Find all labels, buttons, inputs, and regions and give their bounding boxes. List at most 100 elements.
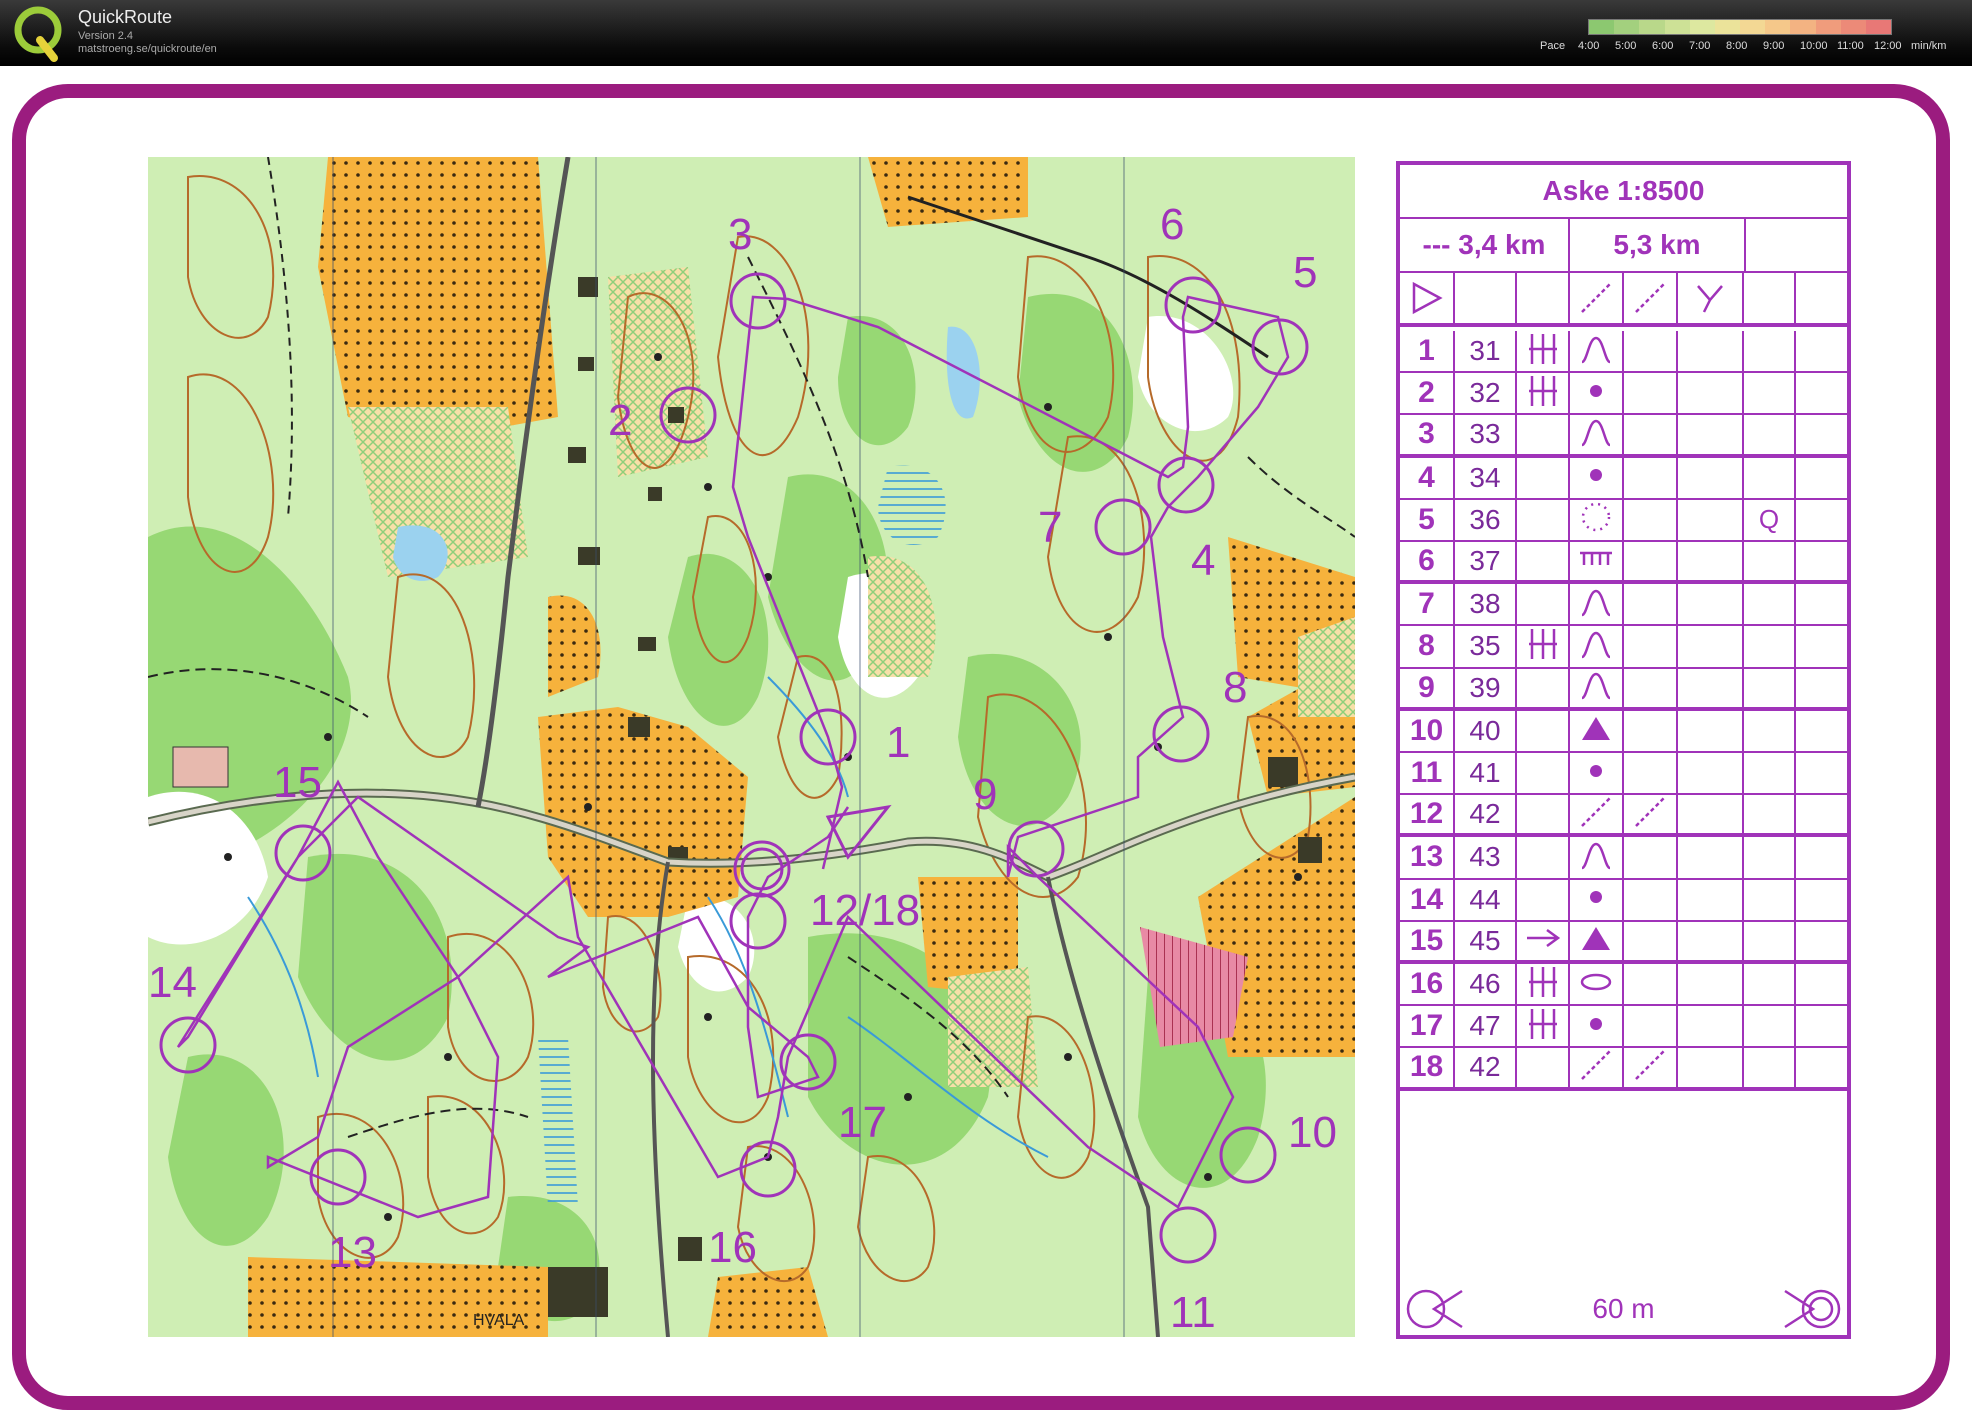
knoll-icon	[1579, 629, 1613, 664]
control-number: 9	[1418, 670, 1435, 704]
pace-color-swatch	[1840, 20, 1866, 34]
control-number: 11	[1410, 756, 1443, 790]
knoll-icon	[1579, 587, 1613, 622]
sheet-cell: 17	[1400, 1006, 1455, 1047]
sheet-cell	[1570, 964, 1624, 1005]
between-features-icon	[1526, 626, 1560, 667]
sheet-cell	[1678, 668, 1744, 707]
control-row: 14 44	[1400, 879, 1847, 922]
sheet-cell	[1624, 753, 1678, 794]
sheet-cell	[1624, 795, 1678, 834]
sheet-cell	[1570, 921, 1624, 960]
sheet-cell	[1517, 1006, 1570, 1047]
arrow-icon	[1525, 926, 1561, 955]
sheet-cell	[1517, 1048, 1570, 1087]
between-features-icon	[1526, 1006, 1560, 1047]
boulder-dot-icon	[1586, 465, 1606, 490]
sheet-cell	[1570, 794, 1624, 835]
sheet-cell	[1570, 1006, 1624, 1047]
sheet-cell	[1624, 331, 1678, 372]
sheet-cell	[1570, 1047, 1624, 1088]
sheet-cell: 39	[1455, 668, 1517, 707]
crossing-icon	[1578, 1047, 1614, 1088]
sheet-cell: 14	[1400, 879, 1455, 920]
control-code: 36	[1469, 503, 1501, 535]
control-row: 18 42	[1400, 1047, 1847, 1091]
control-row: 1 31	[1400, 331, 1847, 374]
boulder-dot-icon	[1586, 761, 1606, 786]
control-code: 43	[1469, 841, 1501, 873]
sheet-cell	[1744, 837, 1796, 878]
wall-icon	[1577, 547, 1615, 576]
sheet-cell: 13	[1400, 837, 1455, 878]
sheet-title-row: Aske 1:8500	[1400, 165, 1847, 219]
sheet-cell	[1796, 415, 1847, 453]
sheet-cell	[1570, 331, 1624, 372]
sheet-cell: 46	[1455, 964, 1517, 1005]
sheet-cell	[1796, 922, 1847, 960]
sheet-cell	[1517, 668, 1570, 707]
boulder-dot-icon	[1586, 381, 1606, 406]
sheet-cell	[1624, 964, 1678, 1005]
control-row: 17 47	[1400, 1006, 1847, 1049]
sheet-cell	[1744, 668, 1796, 707]
control-row: 13 43	[1400, 837, 1847, 880]
sheet-cell: 4	[1400, 457, 1455, 498]
sheet-cell: 11	[1400, 753, 1455, 794]
sheet-cell	[1796, 626, 1847, 666]
sheet-cell: 44	[1455, 879, 1517, 920]
sheet-cell	[1796, 542, 1847, 580]
control-label: 16	[708, 1223, 757, 1272]
sheet-cell: 7	[1400, 584, 1455, 625]
sheet-cell	[1570, 457, 1624, 498]
sheet-cell	[1796, 1006, 1847, 1046]
knoll-icon	[1579, 417, 1613, 452]
control-glyph: Q	[1758, 504, 1780, 535]
app-url[interactable]: matstroeng.se/quickroute/en	[78, 43, 217, 55]
place-name: HVALA	[473, 1312, 525, 1329]
sheet-cell	[1570, 499, 1624, 540]
control-row: 12 42	[1400, 794, 1847, 838]
control-code: 47	[1469, 1010, 1501, 1042]
sheet-cell	[1744, 753, 1796, 794]
pace-color-swatch	[1740, 20, 1766, 34]
control-code: 39	[1469, 671, 1501, 703]
sheet-cell	[1570, 415, 1624, 454]
control-number: 2	[1418, 376, 1435, 410]
pace-tick-label: 10:00	[1800, 40, 1828, 52]
control-row: 10 40	[1400, 710, 1847, 753]
sheet-cell	[1570, 753, 1624, 794]
sheet-cell	[1744, 542, 1796, 581]
pace-tick-label: 5:00	[1615, 40, 1637, 52]
control-code: 38	[1469, 588, 1501, 620]
crossing-icon	[1578, 794, 1614, 835]
control-label: 17	[838, 1098, 887, 1147]
sheet-cell: 36	[1455, 499, 1517, 540]
control-number: 8	[1418, 629, 1435, 663]
sheet-cell: 47	[1455, 1006, 1517, 1047]
orienteering-map[interactable]: 1 2 3 4 5 6 7 8 9 10 11 12/18 13 14 15 1…	[148, 157, 1355, 1337]
control-number: 3	[1418, 417, 1435, 451]
control-label: 15	[273, 758, 322, 807]
pace-color-swatch	[1639, 20, 1665, 34]
sheet-cell	[1624, 1006, 1678, 1047]
pace-tick-label: 8:00	[1726, 40, 1748, 52]
control-description-sheet: Aske 1:8500 --- 3,4 km 5,3 km 1 31 2 32 3 33 4…	[1396, 161, 1851, 1339]
sheet-start-row	[1400, 273, 1847, 327]
control-row: 9 39	[1400, 668, 1847, 711]
control-number: 5	[1418, 502, 1435, 536]
sheet-cell	[1796, 964, 1847, 1004]
control-number: 12	[1409, 797, 1444, 831]
sheet-cell	[1570, 584, 1624, 625]
control-label: 10	[1288, 1108, 1337, 1157]
pace-color-swatch	[1714, 20, 1741, 34]
sheet-cell	[1796, 880, 1847, 920]
control-row: 15 45	[1400, 921, 1847, 964]
control-row: 11 41	[1400, 753, 1847, 796]
sheet-cell: 45	[1455, 921, 1517, 960]
sheet-cell: 1	[1400, 331, 1455, 372]
control-number: 1	[1418, 334, 1435, 368]
sheet-cell	[1517, 879, 1570, 920]
crossing-icon	[1635, 283, 1665, 313]
control-label: 9	[973, 770, 997, 819]
